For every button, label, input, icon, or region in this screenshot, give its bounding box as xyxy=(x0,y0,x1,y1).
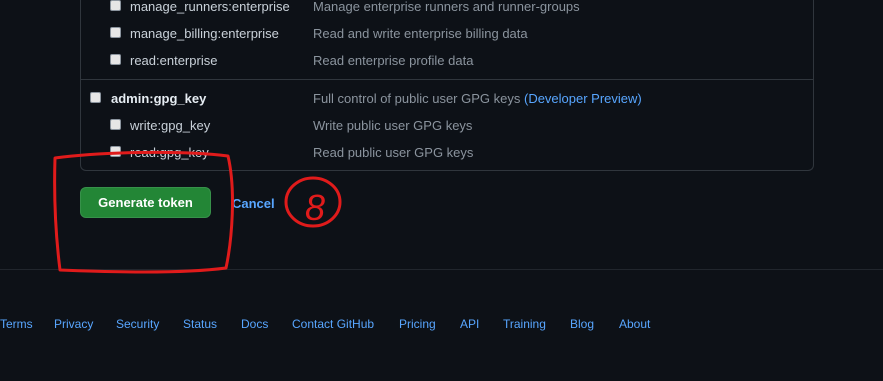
scope-checkbox[interactable] xyxy=(110,54,121,65)
scope-row-parent: admin:gpg_key Full control of public use… xyxy=(81,88,813,110)
cancel-link[interactable]: Cancel xyxy=(232,196,275,211)
scope-name: read:enterprise xyxy=(130,53,218,68)
scope-group-divider xyxy=(81,79,813,80)
footer-link-blog[interactable]: Blog xyxy=(570,317,594,331)
scope-row: manage_runners:enterprise Manage enterpr… xyxy=(81,0,813,18)
scope-checkbox[interactable] xyxy=(90,92,101,103)
footer-link-training[interactable]: Training xyxy=(503,317,546,331)
footer-link-status[interactable]: Status xyxy=(183,317,217,331)
footer-divider xyxy=(0,269,883,270)
scope-row: read:enterprise Read enterprise profile … xyxy=(81,50,813,72)
scope-name: manage_billing:enterprise xyxy=(130,26,279,41)
scope-checkbox[interactable] xyxy=(110,146,121,157)
annotation-number: 8 xyxy=(305,187,325,228)
scope-name: read:gpg_key xyxy=(130,145,209,160)
scopes-panel: manage_runners:enterprise Manage enterpr… xyxy=(80,0,814,171)
scope-description: Read enterprise profile data xyxy=(313,53,474,68)
annotation-number-circle xyxy=(284,176,342,228)
footer-link-docs[interactable]: Docs xyxy=(241,317,268,331)
footer-link-privacy[interactable]: Privacy xyxy=(54,317,93,331)
generate-token-button[interactable]: Generate token xyxy=(80,187,211,218)
scope-checkbox[interactable] xyxy=(110,119,121,130)
scope-row: manage_billing:enterprise Read and write… xyxy=(81,23,813,45)
footer-link-terms[interactable]: Terms xyxy=(0,317,33,331)
footer-link-security[interactable]: Security xyxy=(116,317,159,331)
scope-description: Full control of public user GPG keys (De… xyxy=(313,91,642,106)
footer-link-pricing[interactable]: Pricing xyxy=(399,317,436,331)
developer-preview-link[interactable]: (Developer Preview) xyxy=(524,91,642,106)
scope-checkbox[interactable] xyxy=(110,27,121,38)
scope-description: Read and write enterprise billing data xyxy=(313,26,528,41)
scope-description: Write public user GPG keys xyxy=(313,118,473,133)
scope-description: Manage enterprise runners and runner-gro… xyxy=(313,0,580,14)
scope-name: manage_runners:enterprise xyxy=(130,0,290,14)
footer-link-contact[interactable]: Contact GitHub xyxy=(292,317,374,331)
scope-row: write:gpg_key Write public user GPG keys xyxy=(81,115,813,137)
scope-name: write:gpg_key xyxy=(130,118,211,133)
scope-name: admin:gpg_key xyxy=(111,91,207,106)
scope-checkbox[interactable] xyxy=(110,0,121,11)
scope-description: Read public user GPG keys xyxy=(313,145,474,160)
scope-description-text: Full control of public user GPG keys xyxy=(313,91,521,106)
footer-link-api[interactable]: API xyxy=(460,317,479,331)
footer-link-about[interactable]: About xyxy=(619,317,650,331)
scope-row: read:gpg_key Read public user GPG keys xyxy=(81,142,813,164)
